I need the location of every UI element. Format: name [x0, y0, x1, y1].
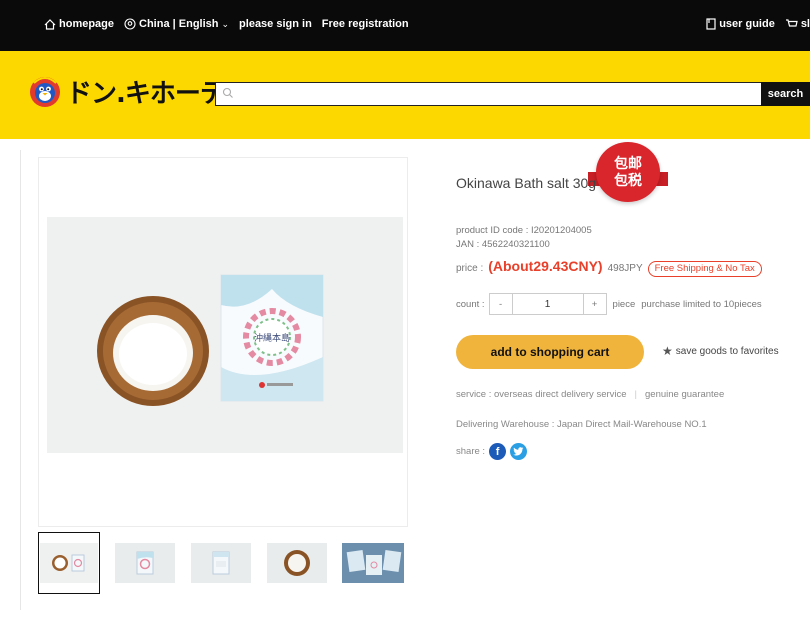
- favorites-label: save goods to favorites: [675, 345, 779, 357]
- free-shipping-badge: 包邮 包税: [588, 142, 668, 202]
- search-icon: [222, 87, 233, 98]
- left-divider: [20, 150, 21, 610]
- thumbnail-4[interactable]: [266, 532, 328, 594]
- purchase-limit-text: purchase limited to 10pieces: [641, 298, 762, 310]
- search-button[interactable]: search: [761, 82, 810, 106]
- service-info: service : overseas direct delivery servi…: [456, 389, 724, 400]
- region-label: China | English: [139, 18, 219, 30]
- thumbnail-image: [115, 543, 175, 583]
- share-row: share : f: [456, 443, 528, 460]
- price-row: price : (About29.43CNY) 498JPY Free Ship…: [456, 258, 762, 277]
- product-id-code: product ID code : I20201204005: [456, 225, 592, 236]
- site-logo[interactable]: ドン.キホーテ: [28, 73, 226, 110]
- thumbnail-3[interactable]: [190, 532, 252, 594]
- badge-line-2: 包税: [614, 172, 642, 188]
- price-cny: (About29.43CNY): [488, 258, 603, 274]
- user-guide-link[interactable]: user guide: [706, 18, 775, 30]
- region-selector[interactable]: China | English ⌄: [124, 18, 229, 30]
- penguin-mascot-icon: [30, 76, 60, 107]
- search-box: [215, 82, 762, 106]
- shopping-cart-link[interactable]: sl: [785, 18, 810, 30]
- add-to-cart-button[interactable]: add to shopping cart: [456, 335, 644, 369]
- service-text: service : overseas direct delivery servi…: [456, 389, 627, 400]
- book-icon: [706, 18, 716, 30]
- badge-line-1: 包邮: [614, 155, 642, 171]
- save-to-favorites-link[interactable]: ★ save goods to favorites: [662, 344, 779, 358]
- free-shipping-tag: Free Shipping & No Tax: [647, 261, 762, 277]
- thumbnail-image: [191, 543, 251, 583]
- separator: |: [634, 389, 638, 400]
- product-photo: 沖縄本島: [47, 217, 403, 453]
- thumbnail-image: [40, 543, 98, 583]
- thumbnail-strip: [38, 532, 404, 594]
- quantity-stepper: - 1 +: [488, 293, 607, 315]
- bath-salt-photo: 沖縄本島: [47, 217, 403, 453]
- quantity-input[interactable]: 1: [513, 294, 584, 314]
- site-header: ドン.キホーテ search: [0, 51, 810, 139]
- main-product-image[interactable]: 沖縄本島: [38, 157, 408, 527]
- cart-icon: [785, 19, 798, 27]
- homepage-link[interactable]: homepage: [44, 18, 114, 30]
- twitter-icon[interactable]: [510, 443, 528, 460]
- user-guide-label: user guide: [719, 18, 775, 30]
- thumbnail-2[interactable]: [114, 532, 176, 594]
- top-bar: homepage China | English ⌄ please sign i…: [0, 0, 810, 51]
- share-label: share :: [456, 446, 486, 457]
- facebook-icon[interactable]: f: [489, 443, 507, 460]
- thumbnail-image: [342, 543, 404, 583]
- register-link[interactable]: Free registration: [322, 18, 409, 30]
- decrement-button[interactable]: -: [490, 294, 513, 314]
- thumbnail-1[interactable]: [38, 532, 100, 594]
- product-title: Okinawa Bath salt 30g: [456, 175, 597, 191]
- twitter-bird-glyph: [513, 447, 524, 456]
- thumbnail-image: [267, 543, 327, 583]
- chevron-down-icon: ⌄: [221, 18, 230, 29]
- count-label: count :: [456, 298, 485, 310]
- thumbnail-5[interactable]: [342, 532, 404, 594]
- piece-label: piece: [612, 298, 636, 310]
- price-jpy: 498JPY: [607, 263, 643, 274]
- homepage-label: homepage: [59, 18, 115, 30]
- warehouse-info: Delivering Warehouse : Japan Direct Mail…: [456, 419, 707, 430]
- star-icon: ★: [662, 344, 673, 358]
- jan-code: JAN : 4562240321100: [456, 239, 550, 250]
- location-icon: [124, 18, 136, 30]
- cart-label: sl: [800, 18, 810, 30]
- quantity-row: count : - 1 + piece purchase limited to …: [456, 293, 762, 315]
- search-input[interactable]: [216, 83, 760, 105]
- sign-in-link[interactable]: please sign in: [239, 18, 312, 30]
- guarantee-text: genuine guarantee: [645, 389, 725, 400]
- package-label: 沖縄本島: [254, 332, 290, 344]
- increment-button[interactable]: +: [584, 294, 606, 314]
- logo-text: ドン.キホーテ: [66, 79, 226, 109]
- price-label: price :: [456, 263, 484, 274]
- home-icon: [44, 18, 56, 30]
